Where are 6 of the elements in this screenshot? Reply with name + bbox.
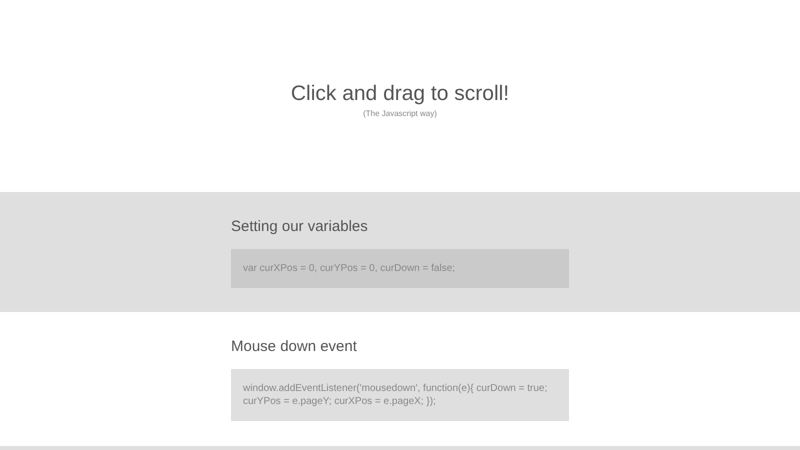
code-block: window.addEventListener('mousedown', function(e){ curDown = true; curYPos = e.pageY; curXPos = e.pageX; }); [231, 369, 569, 421]
code-block: var curXPos = 0, curYPos = 0, curDown = false; [231, 249, 569, 288]
page-title: Click and drag to scroll! [290, 82, 510, 106]
section-heading: Setting our variables [231, 218, 369, 235]
page-subtitle: (The Javascript way) [363, 109, 437, 118]
section-heading: Mouse down event [231, 338, 358, 355]
